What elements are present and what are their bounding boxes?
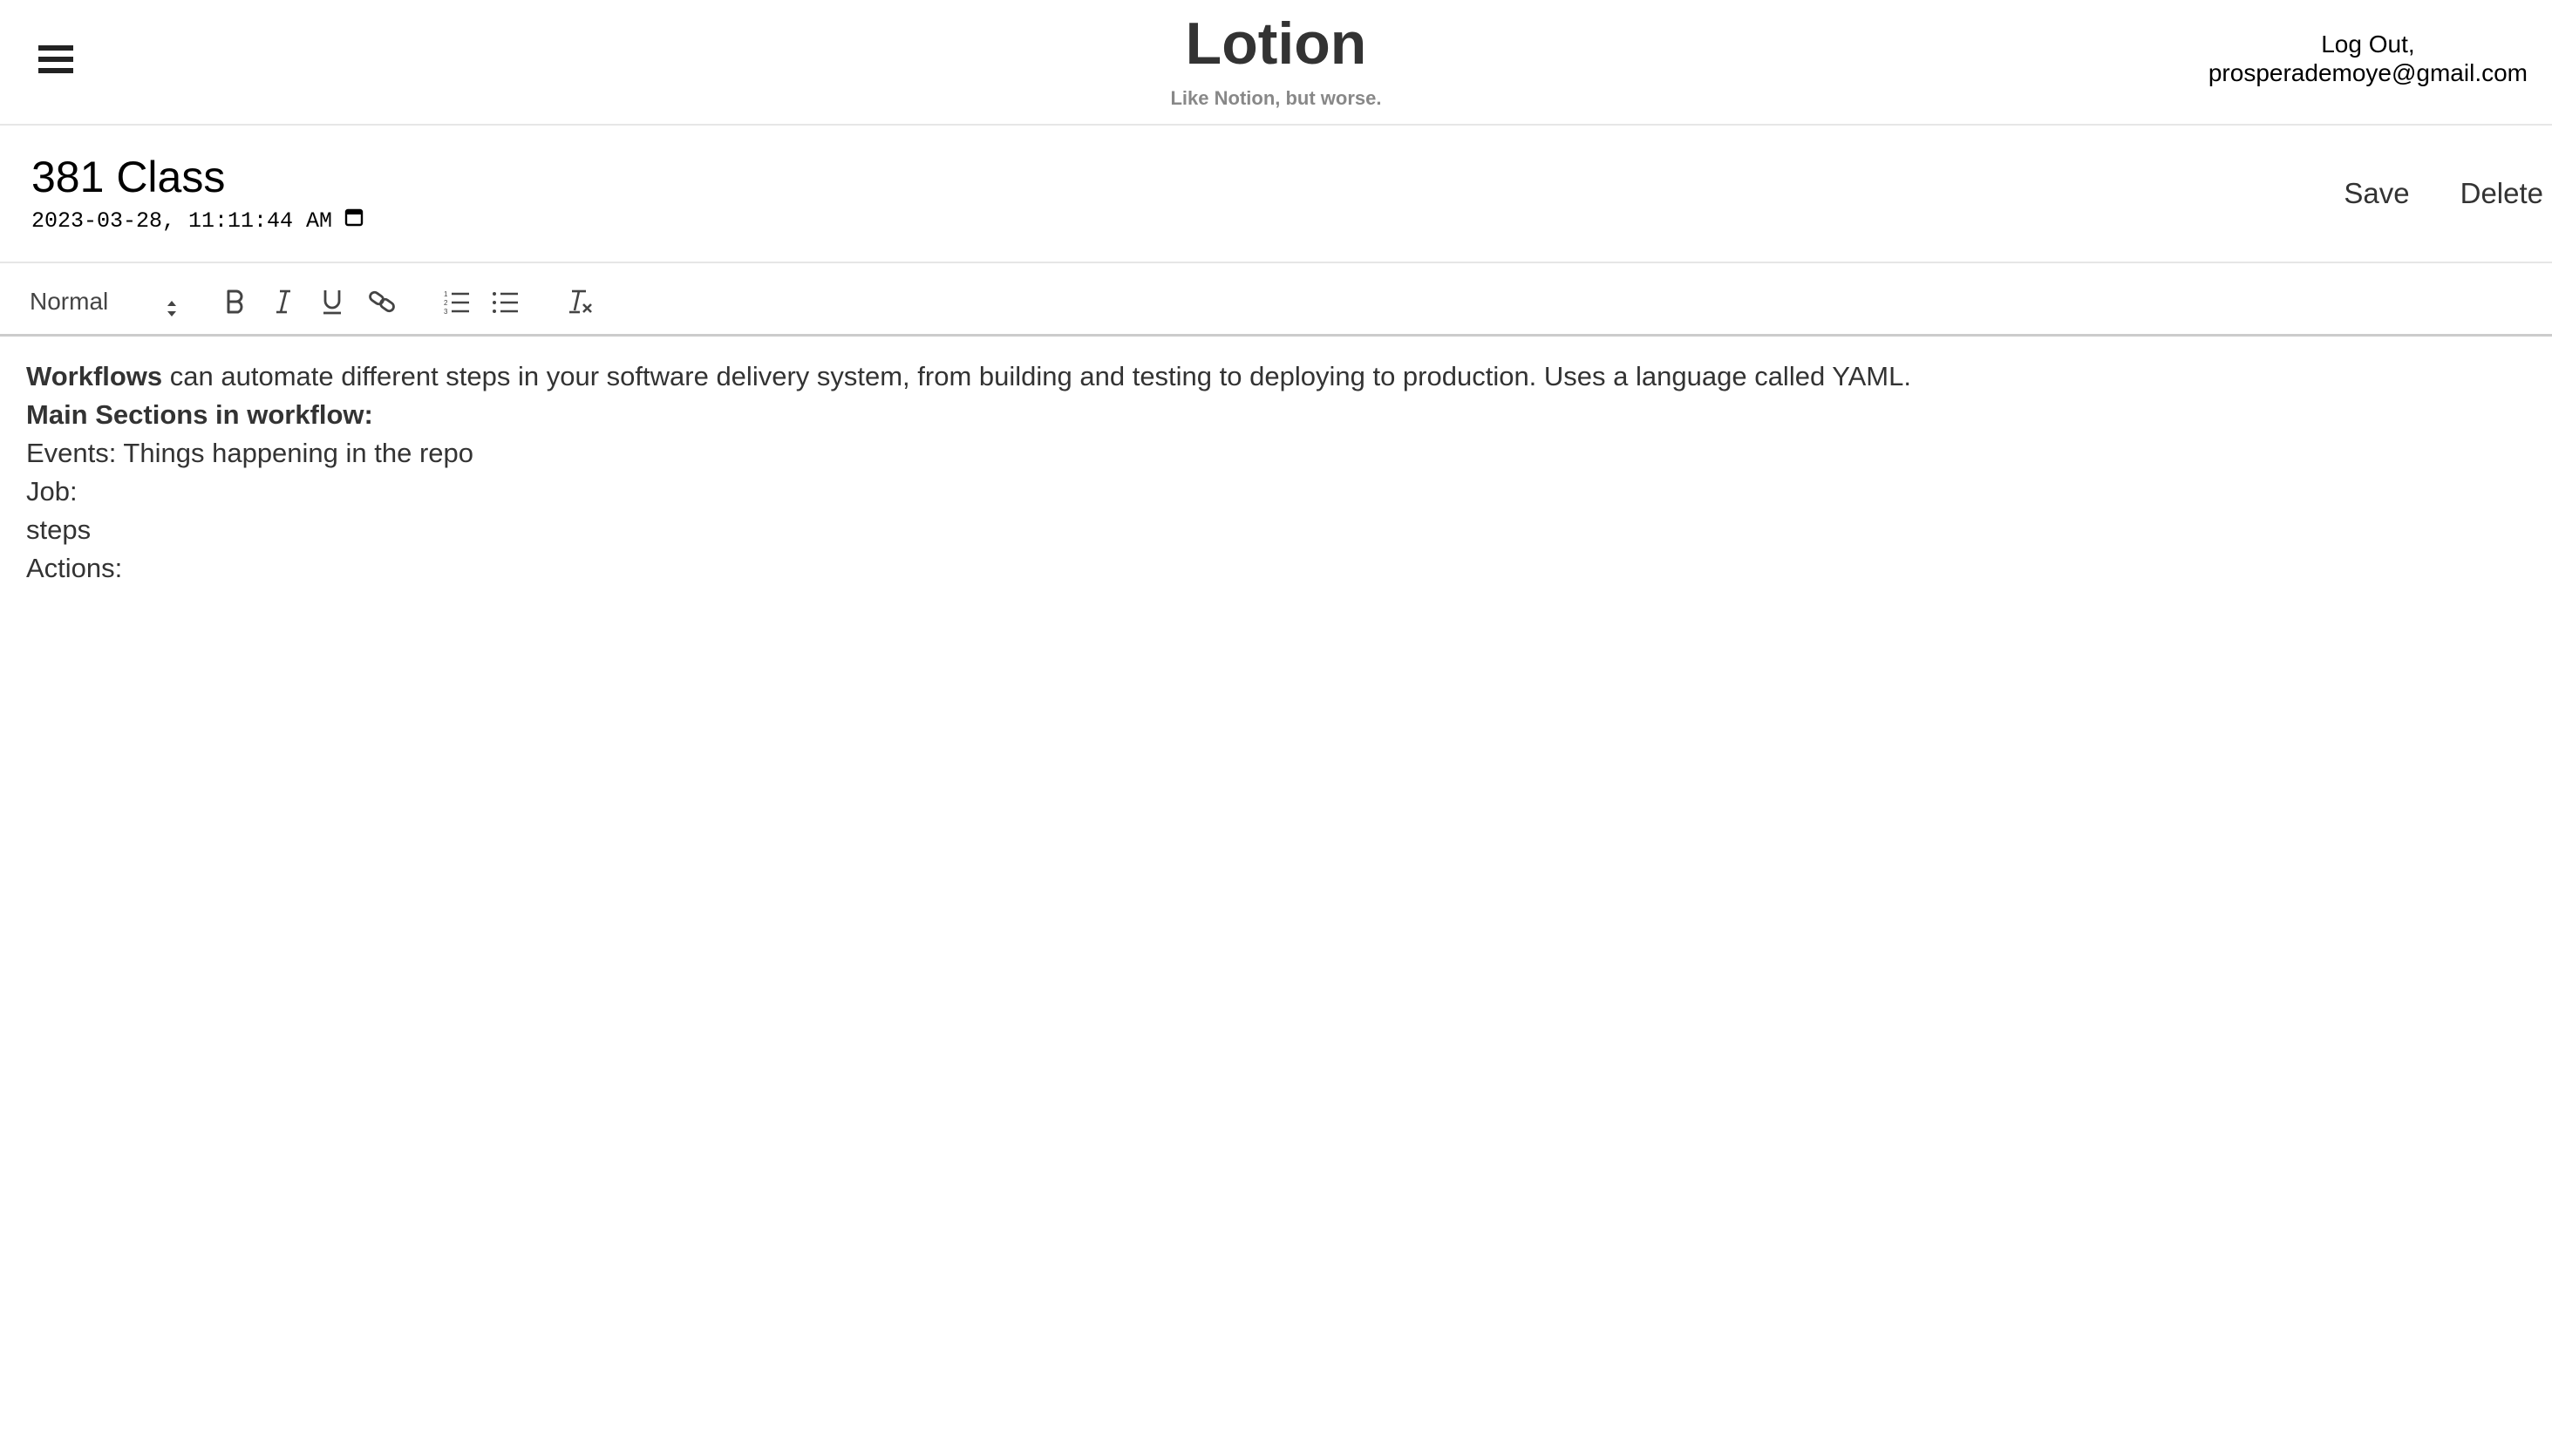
clear-format-icon[interactable] (561, 284, 600, 319)
bold-icon[interactable] (216, 284, 255, 319)
content-line: Events: Things happening in the repo (26, 438, 474, 468)
note-editor[interactable]: Workflows can automate different steps i… (0, 340, 2552, 1456)
italic-icon[interactable] (264, 284, 303, 319)
select-arrows-icon (166, 293, 178, 328)
content-line: Main Sections in workflow: (26, 396, 2526, 434)
ordered-list-icon[interactable]: 1 2 3 (438, 284, 476, 319)
svg-text:2: 2 (444, 299, 448, 307)
text-format-selected: Normal (30, 288, 109, 315)
content-bold-text: Workflows (26, 361, 163, 391)
user-email: prosperademoye@gmail.com (2208, 59, 2528, 86)
note-title[interactable]: 381 Class (31, 152, 225, 202)
editor-toolbar: Normal 1 2 3 (0, 265, 2552, 337)
content-line: steps (26, 514, 92, 545)
content-line: Job: (26, 476, 78, 507)
svg-text:1: 1 (444, 290, 448, 298)
brand: Lotion Like Notion, but worse. (0, 7, 2552, 112)
account-area: Log Out, prosperademoye@gmail.com (2208, 30, 2528, 87)
save-button[interactable]: Save (2344, 176, 2409, 211)
content-text: can automate different steps in your sof… (162, 361, 1911, 391)
note-actions: Save Delete (2344, 176, 2543, 211)
delete-button[interactable]: Delete (2460, 176, 2543, 211)
content-line: Workflows can automate different steps i… (26, 357, 2526, 396)
underline-icon[interactable] (313, 284, 351, 319)
link-icon[interactable] (363, 284, 401, 319)
note-header: 381 Class 2023-03-28, 11:11:44 AM Save D… (0, 127, 2552, 263)
bullet-list-icon[interactable] (487, 284, 525, 319)
note-datetime-input[interactable]: 2023-03-28, 11:11:44 AM (31, 208, 364, 235)
svg-text:3: 3 (444, 308, 448, 315)
note-datetime-value: 2023-03-28, 11:11:44 AM (31, 208, 333, 234)
calendar-icon[interactable] (344, 208, 364, 235)
content-line: Actions: (26, 553, 123, 583)
text-format-select[interactable]: Normal (30, 284, 178, 319)
app-subtitle: Like Notion, but worse. (1170, 87, 1382, 109)
logout-link[interactable]: Log Out, (2208, 30, 2528, 58)
app-title: Lotion (1185, 10, 1367, 77)
content-bold-text: Main Sections in workflow: (26, 399, 373, 430)
app-header: Lotion Like Notion, but worse. Log Out, … (0, 0, 2552, 126)
